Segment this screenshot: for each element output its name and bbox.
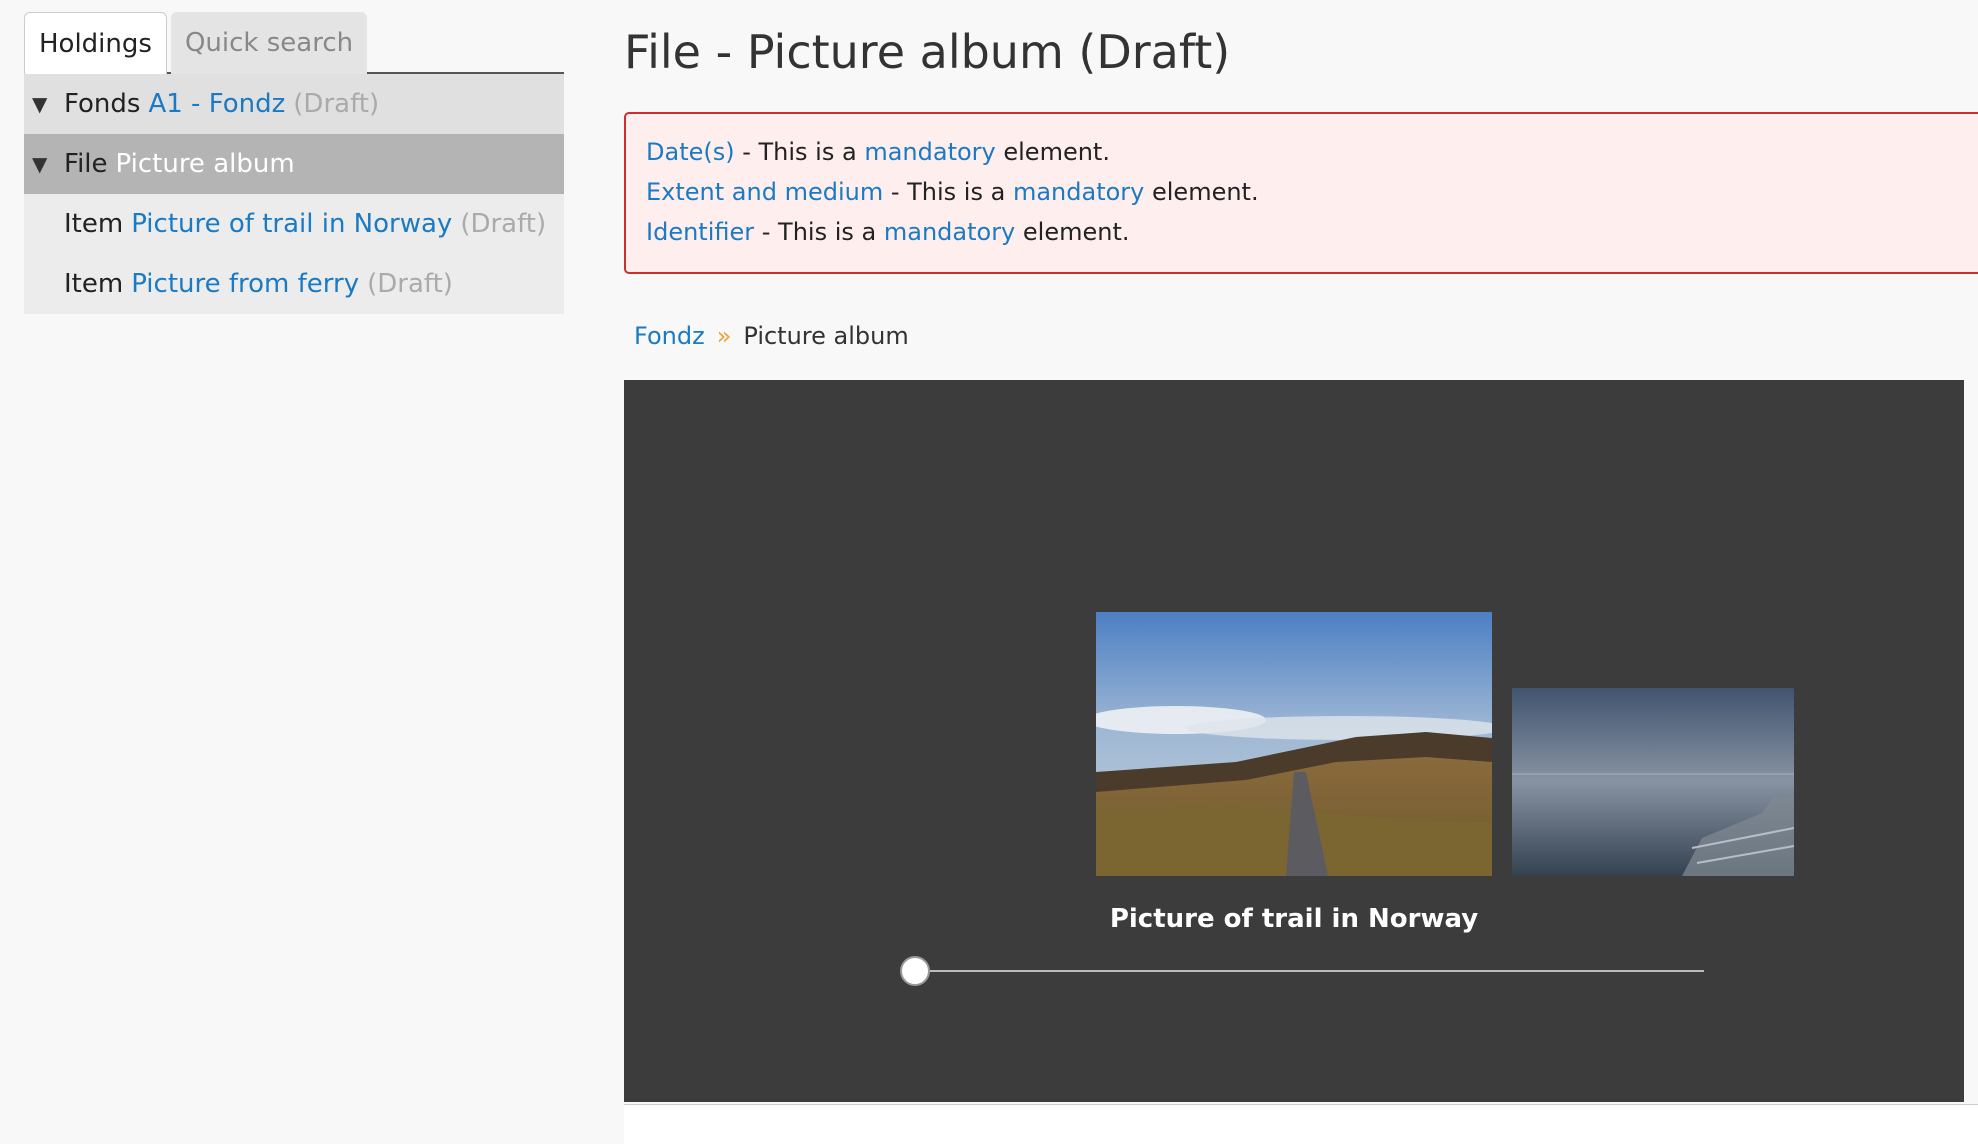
error-line: Extent and medium - This is a mandatory …	[646, 172, 1978, 212]
status-label: (Draft)	[460, 209, 547, 239]
validation-errors: Date(s) - This is a mandatory element. E…	[624, 112, 1978, 274]
mandatory-link[interactable]: mandatory	[1013, 178, 1144, 206]
carousel-slider-track[interactable]	[914, 970, 1704, 972]
level-label: File	[64, 149, 108, 179]
tab-quick-search[interactable]: Quick search	[170, 12, 368, 74]
fonds-link[interactable]: A1 - Fondz	[148, 89, 285, 119]
error-text: - This is a	[734, 138, 865, 166]
breadcrumb-parent-link[interactable]: Fondz	[634, 322, 705, 350]
breadcrumb: Fondz » Picture album	[634, 322, 909, 350]
holdings-tree: ▼ Fonds A1 - Fondz (Draft) ▼ File Pictur…	[24, 74, 564, 314]
sidebar-tabs: Holdings Quick search	[24, 12, 564, 74]
error-text: element.	[1144, 178, 1259, 206]
error-field-link[interactable]: Date(s)	[646, 138, 735, 166]
error-text: - This is a	[754, 218, 884, 246]
level-label: Item	[64, 209, 124, 239]
carousel-image-trail[interactable]	[1096, 612, 1492, 876]
ferry-photo-image	[1512, 688, 1794, 876]
caret-down-icon[interactable]: ▼	[32, 92, 64, 116]
carousel-slider-handle[interactable]	[900, 956, 930, 986]
level-label: Fonds	[64, 89, 141, 119]
digital-object-carousel: Picture of trail in Norway	[624, 380, 1964, 1102]
carousel-caption: Picture of trail in Norway	[1109, 904, 1479, 934]
status-label: (Draft)	[293, 89, 380, 119]
file-title[interactable]: Picture album	[116, 149, 295, 179]
content-panel	[624, 1104, 1978, 1144]
mandatory-link[interactable]: mandatory	[884, 218, 1015, 246]
tree-node-item[interactable]: Item Picture from ferry (Draft)	[24, 254, 564, 314]
trail-photo-image	[1096, 612, 1492, 876]
tree-node-fonds[interactable]: ▼ Fonds A1 - Fondz (Draft)	[24, 74, 564, 134]
error-field-link[interactable]: Extent and medium	[646, 178, 883, 206]
error-text: - This is a	[883, 178, 1013, 206]
error-text: element.	[995, 138, 1110, 166]
error-text: element.	[1015, 218, 1130, 246]
page-title: File - Picture album (Draft)	[624, 25, 1231, 79]
error-field-link[interactable]: Identifier	[646, 218, 754, 246]
status-label: (Draft)	[367, 269, 453, 299]
double-chevron-right-icon: »	[716, 322, 732, 350]
tab-holdings[interactable]: Holdings	[24, 12, 167, 74]
breadcrumb-current: Picture album	[743, 322, 909, 350]
level-label: Item	[64, 269, 124, 299]
carousel-image-ferry[interactable]	[1512, 688, 1794, 876]
sidebar: Holdings Quick search ▼ Fonds A1 - Fondz…	[24, 12, 564, 314]
caret-down-icon[interactable]: ▼	[32, 152, 64, 176]
tree-node-file[interactable]: ▼ File Picture album	[24, 134, 564, 194]
error-line: Date(s) - This is a mandatory element.	[646, 132, 1978, 172]
tree-node-item[interactable]: Item Picture of trail in Norway (Draft)	[24, 194, 564, 254]
item-link[interactable]: Picture of trail in Norway	[131, 209, 452, 239]
main-content: File - Picture album (Draft) Date(s) - T…	[624, 0, 1978, 1144]
mandatory-link[interactable]: mandatory	[864, 138, 995, 166]
item-link[interactable]: Picture from ferry	[131, 269, 359, 299]
error-line: Identifier - This is a mandatory element…	[646, 212, 1978, 252]
